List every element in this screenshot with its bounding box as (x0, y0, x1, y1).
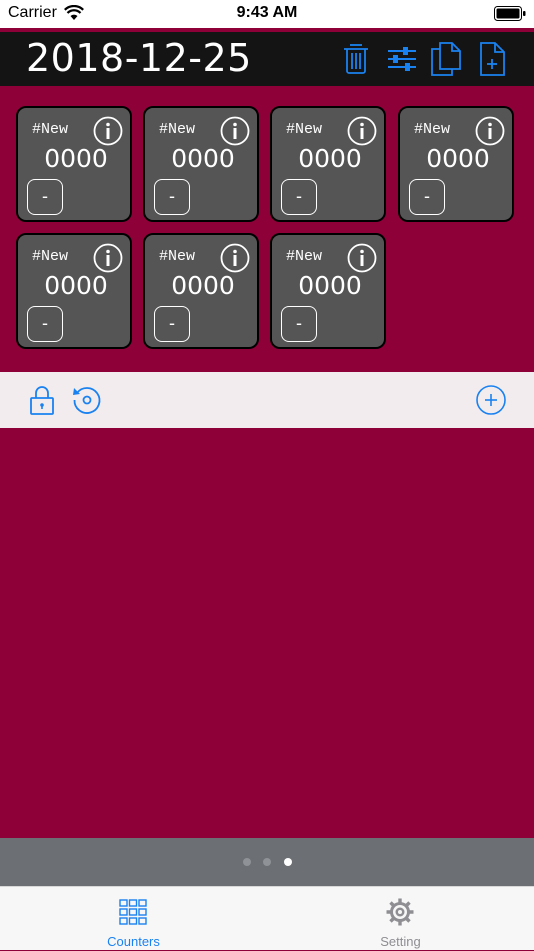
counter-tag[interactable]: #New (159, 121, 195, 138)
status-time: 9:43 AM (236, 4, 298, 21)
decrement-button[interactable]: - (281, 179, 317, 215)
counter-value[interactable]: 0000 (145, 144, 261, 173)
decrement-button[interactable]: - (281, 306, 317, 342)
info-icon[interactable] (347, 243, 377, 273)
counter-tag[interactable]: #New (286, 248, 322, 265)
counter-tag[interactable]: #New (286, 121, 322, 138)
tab-bar: Counters Setting (0, 886, 534, 950)
info-icon[interactable] (220, 243, 250, 273)
counter-value[interactable]: 0000 (272, 144, 388, 173)
counter-tile[interactable]: #New 0000 - (16, 233, 132, 349)
info-icon[interactable] (93, 116, 123, 146)
counter-value[interactable]: 0000 (272, 271, 388, 300)
counter-tag[interactable]: #New (414, 121, 450, 138)
counter-value[interactable]: 0000 (18, 271, 134, 300)
counter-value[interactable]: 0000 (400, 144, 516, 173)
action-toolbar (0, 372, 534, 428)
info-icon[interactable] (475, 116, 505, 146)
counter-tag[interactable]: #New (159, 248, 195, 265)
new-document-icon[interactable] (474, 41, 510, 77)
tab-counters[interactable]: Counters (0, 887, 267, 951)
battery-icon (494, 6, 526, 21)
tab-label-counters: Counters (107, 934, 160, 949)
status-bar: Carrier 9:43 AM (0, 0, 534, 28)
page-dot[interactable] (263, 858, 271, 866)
tab-setting[interactable]: Setting (267, 887, 534, 951)
decrement-button[interactable]: - (154, 306, 190, 342)
decrement-button[interactable]: - (27, 306, 63, 342)
page-indicator-bar (0, 838, 534, 886)
header-bar: 2018-12-25 (0, 32, 534, 86)
grid-icon (119, 899, 147, 925)
reset-icon[interactable] (71, 384, 103, 416)
decrement-button[interactable]: - (27, 179, 63, 215)
copy-icon[interactable] (428, 41, 464, 77)
counter-tile[interactable]: #New 0000 - (16, 106, 132, 222)
tab-label-setting: Setting (380, 934, 421, 949)
counter-tile[interactable]: #New 0000 - (270, 233, 386, 349)
page-dot-active[interactable] (284, 858, 292, 866)
add-circle-icon[interactable] (475, 384, 507, 416)
trash-icon[interactable] (338, 41, 374, 77)
counter-tile[interactable]: #New 0000 - (270, 106, 386, 222)
info-icon[interactable] (347, 116, 377, 146)
info-icon[interactable] (93, 243, 123, 273)
counter-value[interactable]: 0000 (18, 144, 134, 173)
counter-grid: #New 0000 - #New 0000 - #New 0000 - #New… (16, 106, 526, 354)
counter-tile[interactable]: #New 0000 - (143, 106, 259, 222)
counter-tile[interactable]: #New 0000 - (143, 233, 259, 349)
counter-tile[interactable]: #New 0000 - (398, 106, 514, 222)
lock-icon[interactable] (26, 384, 58, 416)
sliders-icon[interactable] (384, 41, 420, 77)
counter-value[interactable]: 0000 (145, 271, 261, 300)
decrement-button[interactable]: - (154, 179, 190, 215)
gear-icon (386, 898, 414, 926)
decrement-button[interactable]: - (409, 179, 445, 215)
page-dot[interactable] (243, 858, 251, 866)
counter-tag[interactable]: #New (32, 248, 68, 265)
date-title[interactable]: 2018-12-25 (26, 36, 252, 80)
info-icon[interactable] (220, 116, 250, 146)
counter-tag[interactable]: #New (32, 121, 68, 138)
